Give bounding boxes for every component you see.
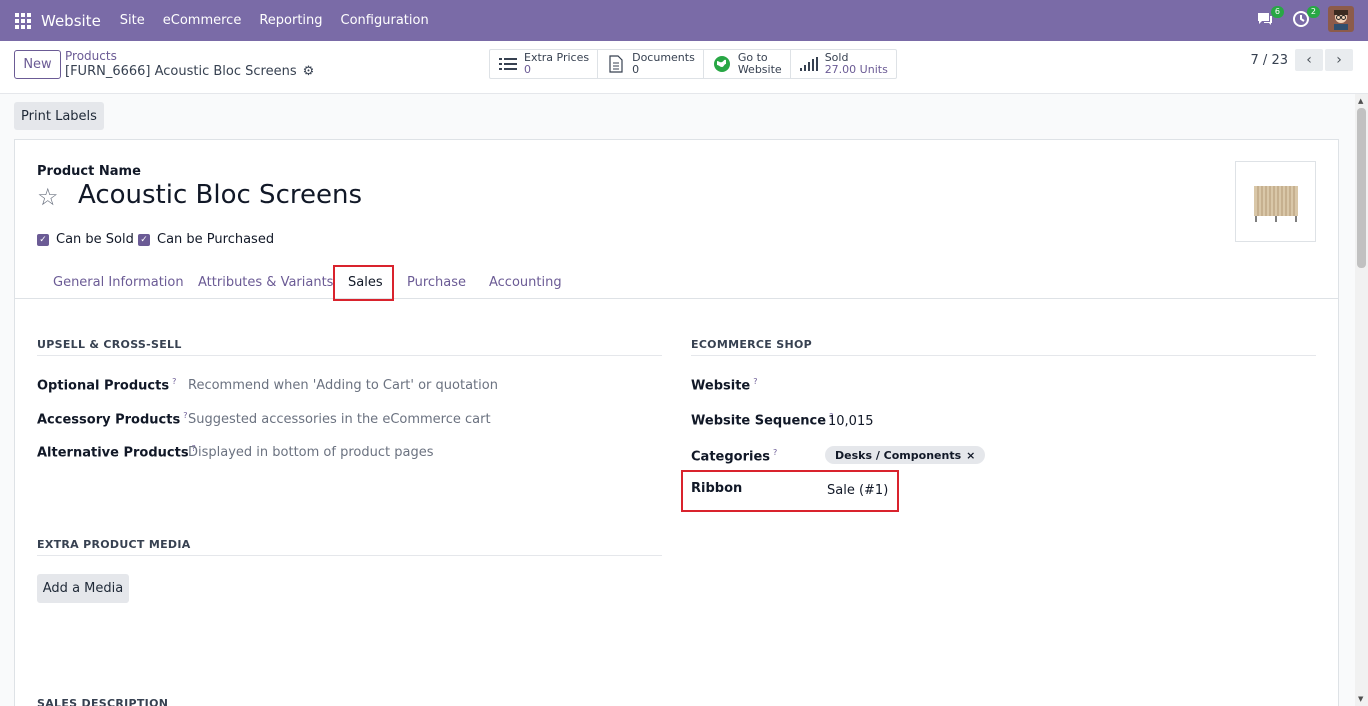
tab-accounting[interactable]: Accounting	[489, 275, 562, 290]
check-icon: ✓	[37, 233, 49, 246]
menu-reporting[interactable]: Reporting	[259, 13, 322, 28]
documents-value: 0	[632, 63, 640, 76]
new-button[interactable]: New	[14, 50, 61, 79]
category-tag-label: Desks / Components	[835, 448, 962, 462]
pager-next-button[interactable]: ›	[1325, 49, 1353, 71]
top-navbar: Website Site eCommerce Reporting Configu…	[0, 0, 1368, 41]
chevron-right-icon: ›	[1336, 52, 1342, 68]
alternative-products-label-text: Alternative Products	[37, 445, 189, 461]
scroll-up-icon[interactable]: ▲	[1358, 97, 1363, 105]
messages-count-badge: 6	[1270, 6, 1284, 18]
alternative-products-input[interactable]: Displayed in bottom of product pages	[188, 445, 433, 460]
product-name-field[interactable]: Acoustic Bloc Screens	[78, 180, 362, 210]
tab-sales[interactable]: Sales	[348, 275, 383, 290]
scroll-down-icon[interactable]: ▼	[1358, 695, 1363, 703]
notebook-tabs: General Information Attributes & Variant…	[15, 265, 1338, 301]
website-label-text: Website	[691, 378, 751, 394]
accessory-products-input[interactable]: Suggested accessories in the eCommerce c…	[188, 412, 491, 427]
categories-label: Categories?	[691, 448, 777, 464]
breadcrumb-current-label: [FURN_6666] Acoustic Bloc Screens	[65, 64, 297, 79]
activities-count-badge: 2	[1306, 6, 1320, 18]
can-be-purchased-label: Can be Purchased	[157, 232, 275, 247]
accessory-products-label: Accessory Products?	[37, 411, 187, 427]
messages-button[interactable]: 6	[1256, 6, 1284, 28]
go-to-website-button[interactable]: Go to Website	[704, 50, 791, 78]
website-label: Website?	[691, 377, 757, 393]
help-icon[interactable]: ?	[753, 377, 757, 386]
document-icon	[606, 55, 626, 73]
pager-buttons: ‹ ›	[1295, 49, 1353, 71]
ribbon-field[interactable]: Sale (#1)	[827, 483, 888, 498]
breadcrumb-current: [FURN_6666] Acoustic Bloc Screens ⚙	[65, 64, 314, 79]
tab-purchase[interactable]: Purchase	[407, 275, 466, 290]
print-labels-button[interactable]: Print Labels	[14, 102, 104, 130]
help-icon[interactable]: ?	[773, 448, 777, 457]
signal-chart-icon	[799, 57, 819, 71]
chevron-left-icon: ‹	[1306, 52, 1312, 68]
tab-general-information[interactable]: General Information	[53, 275, 184, 290]
extra-prices-label: Extra Prices	[524, 51, 590, 64]
help-icon[interactable]: ?	[172, 377, 176, 386]
control-panel: New Products [FURN_6666] Acoustic Bloc S…	[0, 41, 1368, 94]
help-icon[interactable]: ?	[183, 411, 187, 420]
star-icon[interactable]: ☆	[37, 183, 59, 211]
pager-value[interactable]: 7 / 23	[1251, 53, 1288, 68]
add-media-button[interactable]: Add a Media	[37, 574, 129, 603]
extra-prices-button[interactable]: Extra Prices 0	[490, 50, 599, 78]
scrollbar[interactable]: ▲ ▼	[1355, 94, 1368, 706]
optional-products-input[interactable]: Recommend when 'Adding to Cart' or quota…	[188, 378, 498, 393]
product-name-label: Product Name	[37, 164, 141, 179]
list-icon	[498, 57, 518, 71]
menu-ecommerce[interactable]: eCommerce	[163, 13, 242, 28]
website-label: Website	[737, 63, 782, 76]
ribbon-label: Ribbon	[691, 481, 743, 496]
menu-site[interactable]: Site	[120, 13, 145, 28]
website-sequence-field[interactable]: 10,015	[828, 414, 874, 429]
form-view: Print Labels Product Name ☆ Acoustic Blo…	[0, 94, 1355, 706]
upsell-section-title: UPSELL & CROSS-SELL	[37, 338, 662, 356]
category-tag: Desks / Components ×	[825, 446, 986, 464]
ecommerce-section-title: ECOMMERCE SHOP	[691, 338, 1316, 356]
optional-products-label-text: Optional Products	[37, 378, 170, 394]
activities-button[interactable]: 2	[1292, 6, 1320, 28]
alternative-products-label: Alternative Products?	[37, 444, 196, 460]
can-be-sold-checkbox[interactable]: ✓ Can be Sold	[37, 232, 134, 247]
sold-button[interactable]: Sold 27.00 Units	[791, 50, 896, 78]
user-avatar[interactable]	[1328, 6, 1354, 32]
accessory-products-label-text: Accessory Products	[37, 412, 181, 428]
pager-previous-button[interactable]: ‹	[1295, 49, 1323, 71]
app-name[interactable]: Website	[41, 12, 101, 30]
website-sequence-label: Website Sequence?	[691, 412, 833, 428]
can-be-purchased-checkbox[interactable]: ✓ Can be Purchased	[138, 232, 274, 247]
breadcrumb-parent[interactable]: Products	[65, 49, 117, 63]
close-icon[interactable]: ×	[966, 449, 975, 462]
media-section-title: EXTRA PRODUCT MEDIA	[37, 538, 662, 556]
optional-products-label: Optional Products?	[37, 377, 176, 393]
sold-value: 27.00 Units	[824, 63, 888, 76]
smart-buttons: Extra Prices 0 Documents 0 Go to Website So…	[489, 49, 897, 79]
extra-prices-value: 0	[524, 63, 531, 76]
website-sequence-label-text: Website Sequence	[691, 413, 827, 429]
globe-icon	[712, 55, 732, 73]
sales-description-title: SALES DESCRIPTION	[37, 697, 169, 706]
check-icon: ✓	[138, 233, 150, 246]
documents-label: Documents	[632, 51, 695, 64]
tab-attributes-variants[interactable]: Attributes & Variants	[198, 275, 333, 290]
form-sheet: Product Name ☆ Acoustic Bloc Screens ✓ C…	[14, 139, 1339, 706]
apps-menu-icon[interactable]	[15, 12, 31, 29]
gear-icon[interactable]: ⚙	[303, 64, 315, 79]
documents-button[interactable]: Documents 0	[598, 50, 704, 78]
can-be-sold-label: Can be Sold	[56, 232, 134, 247]
product-image[interactable]	[1235, 161, 1316, 242]
menu-configuration[interactable]: Configuration	[341, 13, 429, 28]
categories-label-text: Categories	[691, 449, 771, 465]
scrollbar-thumb[interactable]	[1357, 108, 1366, 268]
